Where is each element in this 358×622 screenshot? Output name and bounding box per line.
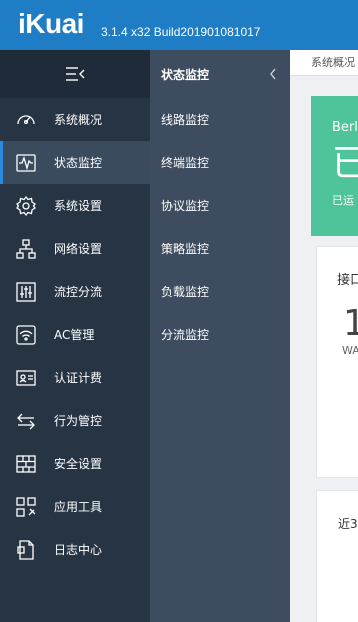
sidebar-item-system-settings[interactable]: 系统设置 bbox=[0, 184, 150, 227]
top-header: iKuai 3.1.4 x32 Build201901081017 bbox=[0, 0, 358, 50]
sidebar-item-label: 认证计费 bbox=[54, 371, 103, 385]
submenu-title: 状态监控 bbox=[161, 67, 210, 82]
sidebar-item-label: 应用工具 bbox=[54, 500, 103, 514]
sidebar-item-flow-control[interactable]: 流控分流 bbox=[0, 270, 150, 313]
status-card: Berl 已 已运 bbox=[311, 96, 358, 236]
sidebar-item-app-tools[interactable]: 应用工具 bbox=[0, 485, 150, 528]
submenu-item-policy-monitor[interactable]: 策略监控 bbox=[150, 227, 290, 270]
interface-card: 接口 1 WA bbox=[316, 246, 358, 478]
gear-icon bbox=[15, 195, 37, 217]
swap-arrows-icon bbox=[15, 410, 37, 432]
status-subtext: 已运 bbox=[332, 194, 354, 207]
network-icon bbox=[15, 238, 37, 260]
sidebar-item-label: 安全设置 bbox=[54, 457, 103, 471]
apps-tool-icon bbox=[15, 496, 37, 518]
sidebar-item-label: 日志中心 bbox=[54, 543, 103, 557]
device-name: Berl bbox=[332, 120, 358, 135]
sidebar-item-auth-billing[interactable]: 认证计费 bbox=[0, 356, 150, 399]
sidebar-item-label: AC管理 bbox=[54, 328, 95, 342]
card-title: 接口 bbox=[337, 273, 358, 288]
gauge-icon bbox=[15, 109, 37, 131]
sidebar-item-label: 网络设置 bbox=[54, 242, 103, 256]
submenu-item-terminal-monitor[interactable]: 终端监控 bbox=[150, 141, 290, 184]
submenu-item-load-monitor[interactable]: 负载监控 bbox=[150, 270, 290, 313]
status-value: 已 bbox=[332, 143, 358, 184]
wifi-icon bbox=[15, 324, 37, 346]
submenu-panel: 状态监控 线路监控 终端监控 协议监控 策略监控 负载监控 分流监控 bbox=[150, 50, 290, 622]
submenu-item-protocol-monitor[interactable]: 协议监控 bbox=[150, 184, 290, 227]
main-content: 系统概况 Berl 已 已运 接口 1 WA 近3 bbox=[290, 50, 358, 622]
menu-collapse-icon bbox=[66, 67, 85, 81]
sidebar-item-label: 行为管控 bbox=[54, 414, 103, 428]
sidebar-item-log-center[interactable]: 日志中心 bbox=[0, 528, 150, 571]
sidebar-item-overview[interactable]: 系统概况 bbox=[0, 98, 150, 141]
interface-label: WA bbox=[342, 344, 358, 357]
card-title: 近3 bbox=[338, 517, 358, 531]
sidebar-item-label: 系统设置 bbox=[54, 199, 103, 213]
sidebar-item-network-settings[interactable]: 网络设置 bbox=[0, 227, 150, 270]
sidebar-item-label: 系统概况 bbox=[54, 113, 103, 127]
ikuai-logo[interactable]: iKuai bbox=[18, 6, 84, 42]
sidebar-item-label: 状态监控 bbox=[54, 156, 103, 170]
document-icon bbox=[15, 539, 37, 561]
sidebar: 系统概况 状态监控 系统设置 网络设置 流控分流 AC管理 认证计费 行为管控 … bbox=[0, 50, 150, 622]
sidebar-item-security-settings[interactable]: 安全设置 bbox=[0, 442, 150, 485]
id-card-icon bbox=[15, 367, 37, 389]
submenu-item-line-monitor[interactable]: 线路监控 bbox=[150, 98, 290, 141]
breadcrumb[interactable]: 系统概况 bbox=[290, 50, 358, 76]
submenu-header: 状态监控 bbox=[150, 50, 290, 98]
submenu-item-shunt-monitor[interactable]: 分流监控 bbox=[150, 313, 290, 356]
sidebar-item-status-monitor[interactable]: 状态监控 bbox=[0, 141, 150, 184]
sidebar-collapse-button[interactable] bbox=[0, 50, 150, 98]
pulse-monitor-icon bbox=[15, 152, 37, 174]
chevron-left-icon[interactable] bbox=[268, 67, 278, 81]
sliders-icon bbox=[15, 281, 37, 303]
sidebar-item-ac-management[interactable]: AC管理 bbox=[0, 313, 150, 356]
version-text: 3.1.4 x32 Build201901081017 bbox=[101, 25, 261, 39]
sidebar-item-label: 流控分流 bbox=[54, 285, 103, 299]
sidebar-item-behavior-control[interactable]: 行为管控 bbox=[0, 399, 150, 442]
recent-card: 近3 bbox=[316, 490, 358, 622]
interface-count: 1 bbox=[343, 303, 358, 344]
firewall-icon bbox=[15, 453, 37, 475]
